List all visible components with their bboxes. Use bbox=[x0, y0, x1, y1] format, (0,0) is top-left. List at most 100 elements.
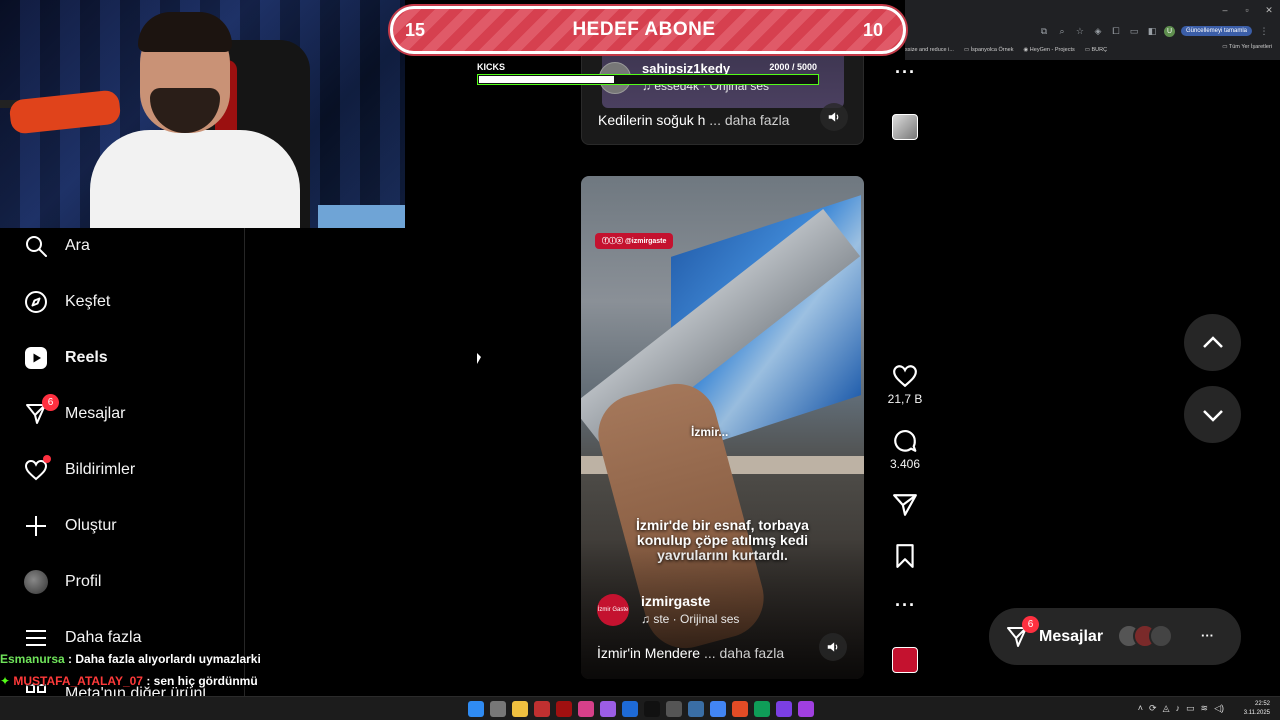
bookmark-item[interactable]: ssize and reduce i... bbox=[905, 47, 954, 53]
sidebar-item-reels[interactable]: Reels bbox=[24, 343, 108, 373]
mute-button[interactable] bbox=[820, 103, 848, 131]
speaker-icon bbox=[828, 112, 839, 122]
chrome-icon[interactable] bbox=[710, 701, 726, 717]
taskbar-apps bbox=[468, 701, 814, 717]
reel-username[interactable]: izmirgaste bbox=[641, 593, 710, 609]
kicks-progress-bar bbox=[477, 74, 819, 85]
heart-icon bbox=[24, 455, 51, 482]
app-icon[interactable] bbox=[798, 701, 814, 717]
more-options-icon[interactable]: ··· bbox=[895, 62, 916, 83]
more-link[interactable]: ... daha fazla bbox=[709, 112, 789, 128]
bookmark-icon bbox=[896, 544, 914, 568]
app-icon[interactable] bbox=[776, 701, 792, 717]
chat-separator: : bbox=[64, 652, 76, 666]
sidebar-item-search[interactable]: Ara bbox=[24, 231, 90, 261]
chevron-down-icon bbox=[1202, 409, 1223, 422]
more-link[interactable]: ... daha fazla bbox=[704, 645, 784, 661]
share-button[interactable] bbox=[875, 492, 935, 518]
wifi-icon[interactable]: ≋ bbox=[1201, 703, 1209, 714]
install-icon[interactable]: ⧉ bbox=[1038, 26, 1050, 37]
instagram-icon[interactable] bbox=[578, 701, 594, 717]
plus-icon bbox=[24, 514, 48, 538]
sidebar-item-messages[interactable]: 6 Mesajlar bbox=[24, 394, 125, 429]
chevron-up-icon[interactable]: ˄ bbox=[1138, 703, 1143, 714]
sidebar-item-explore[interactable]: Keşfet bbox=[24, 287, 110, 317]
more-options-icon[interactable]: ··· bbox=[1201, 628, 1214, 643]
like-button[interactable]: 21,7 B bbox=[875, 363, 935, 406]
streamer-hair bbox=[138, 12, 232, 52]
sidebar-item-label: Profil bbox=[65, 573, 102, 590]
sidebar-item-label: Reels bbox=[65, 349, 108, 366]
clock[interactable]: 22:52 3.11.2025 bbox=[1244, 700, 1270, 718]
kick-badge-icon: ✦ bbox=[0, 674, 14, 688]
folder-icon: ▭ bbox=[1222, 44, 1229, 50]
chevron-up-icon bbox=[1202, 335, 1223, 348]
task-view-icon[interactable] bbox=[490, 701, 506, 717]
app-icon[interactable] bbox=[732, 701, 748, 717]
save-button[interactable] bbox=[875, 543, 935, 569]
notification-dot bbox=[43, 455, 51, 463]
maximize-button[interactable]: ▫ bbox=[1236, 0, 1258, 20]
kicks-progress-text: 2000 / 5000 bbox=[769, 62, 817, 72]
app-icon[interactable] bbox=[688, 701, 704, 717]
reel-audio[interactable]: ♫ ste · Orijinal ses bbox=[641, 612, 739, 626]
zoom-icon[interactable]: ⌕ bbox=[1056, 26, 1068, 37]
start-icon[interactable] bbox=[468, 701, 484, 717]
messages-label: Mesajlar bbox=[1039, 627, 1104, 645]
audio-thumbnail[interactable] bbox=[892, 114, 918, 140]
mute-button[interactable] bbox=[819, 633, 847, 661]
volume-icon[interactable]: ◁) bbox=[1214, 703, 1224, 714]
extension-icon[interactable]: ◈ bbox=[1092, 26, 1104, 37]
comment-count: 3.406 bbox=[889, 457, 921, 471]
audio-thumbnail[interactable] bbox=[892, 647, 918, 673]
compass-icon bbox=[24, 290, 48, 314]
bookmark-label: HeyGen - Projects bbox=[1029, 47, 1075, 53]
tiktok-icon[interactable] bbox=[644, 701, 660, 717]
sidebar-item-label: Ara bbox=[65, 237, 90, 254]
network-icon[interactable]: ◬ bbox=[1163, 703, 1170, 714]
all-bookmarks[interactable]: ▭ Tüm Yer İşaretleri bbox=[1222, 44, 1272, 50]
update-button[interactable]: Güncellemeyi tamamla bbox=[1180, 26, 1252, 36]
bookmark-item[interactable]: ▭ İspanyolca Örnek bbox=[964, 47, 1014, 53]
minimize-button[interactable]: – bbox=[1214, 0, 1236, 20]
cast-icon[interactable]: ▭ bbox=[1128, 26, 1140, 37]
star-icon[interactable]: ☆ bbox=[1074, 26, 1086, 37]
chat-message: Esmanursa : Daha fazla alıyorlardı uymaz… bbox=[0, 648, 300, 670]
more-options-icon[interactable]: ··· bbox=[895, 595, 916, 616]
sidebar-item-create[interactable]: Oluştur bbox=[24, 511, 117, 541]
bookmark-item[interactable]: ▭ BURÇ bbox=[1085, 47, 1107, 53]
stream-chat: Esmanursa : Daha fazla alıyorlardı uymaz… bbox=[0, 648, 300, 692]
file-explorer-icon[interactable] bbox=[512, 701, 528, 717]
menu-icon bbox=[24, 626, 48, 650]
previous-reel-button[interactable] bbox=[1184, 314, 1241, 371]
app-icon[interactable] bbox=[556, 701, 572, 717]
mic-icon[interactable]: ♪ bbox=[1176, 703, 1181, 714]
sidebar-item-notifications[interactable]: Bildirimler bbox=[24, 455, 135, 485]
avatar[interactable]: İzmir Gaste bbox=[597, 594, 629, 626]
puzzle-icon[interactable]: ⧠ bbox=[1110, 26, 1122, 37]
app-icon[interactable] bbox=[666, 701, 682, 717]
clock-time: 22:52 bbox=[1254, 701, 1270, 707]
like-count: 21,7 B bbox=[887, 392, 923, 406]
profile-avatar[interactable]: U bbox=[1163, 25, 1175, 37]
sync-icon[interactable]: ⟳ bbox=[1149, 703, 1157, 714]
sidebar-item-label: Bildirimler bbox=[65, 461, 136, 478]
recent-chats bbox=[1117, 624, 1173, 648]
close-button[interactable]: ✕ bbox=[1258, 0, 1280, 20]
next-reel-button[interactable] bbox=[1184, 386, 1241, 443]
comment-button[interactable]: 3.406 bbox=[875, 428, 935, 471]
app-icon[interactable] bbox=[600, 701, 616, 717]
kebab-icon[interactable]: ⋮ bbox=[1258, 26, 1270, 37]
app-icon[interactable] bbox=[534, 701, 550, 717]
bookmark-item[interactable]: ◉ HeyGen - Projects bbox=[1023, 47, 1074, 53]
edge-icon[interactable] bbox=[754, 701, 770, 717]
sidepanel-icon[interactable]: ◧ bbox=[1146, 26, 1158, 37]
instagram-sidebar: Ara Keşfet Reels 6 Mesajlar Bildirimler … bbox=[0, 228, 245, 720]
current-reel[interactable]: ⓕⓘⓧ @izmirgaste İzmir... İzmir'de bir es… bbox=[581, 176, 864, 679]
messages-pill[interactable]: 6 Mesajlar ··· bbox=[989, 608, 1241, 665]
bookmark-label: İspanyolca Örnek bbox=[970, 47, 1014, 53]
sidebar-item-profile[interactable]: Profil bbox=[24, 567, 101, 597]
heart-icon bbox=[893, 365, 917, 388]
display-icon[interactable]: ▭ bbox=[1186, 703, 1195, 714]
app-icon[interactable] bbox=[622, 701, 638, 717]
